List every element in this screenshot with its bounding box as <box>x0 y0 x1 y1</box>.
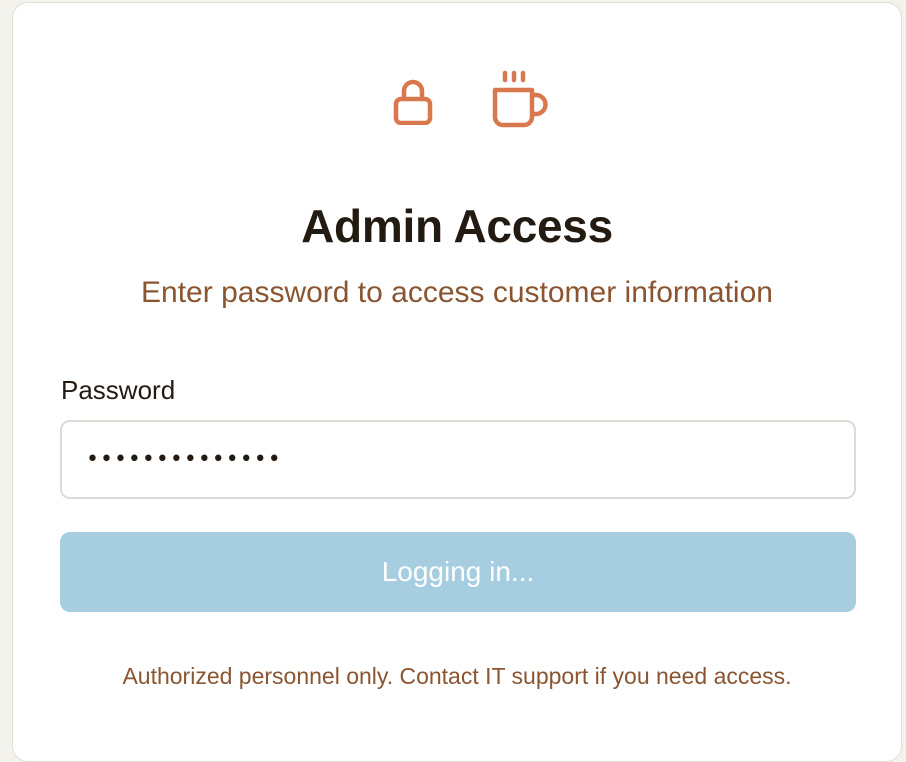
coffee-icon <box>492 70 548 128</box>
footer-note: Authorized personnel only. Contact IT su… <box>122 663 792 689</box>
page-subtitle: Enter password to access customer inform… <box>141 276 773 309</box>
page-title: Admin Access <box>301 200 613 252</box>
password-input[interactable] <box>60 420 856 499</box>
lock-icon <box>393 79 433 125</box>
password-label: Password <box>61 375 176 405</box>
login-card: Admin Access Enter password to access cu… <box>12 2 902 762</box>
login-button[interactable]: Logging in... <box>60 532 856 612</box>
header-icons <box>13 69 901 133</box>
